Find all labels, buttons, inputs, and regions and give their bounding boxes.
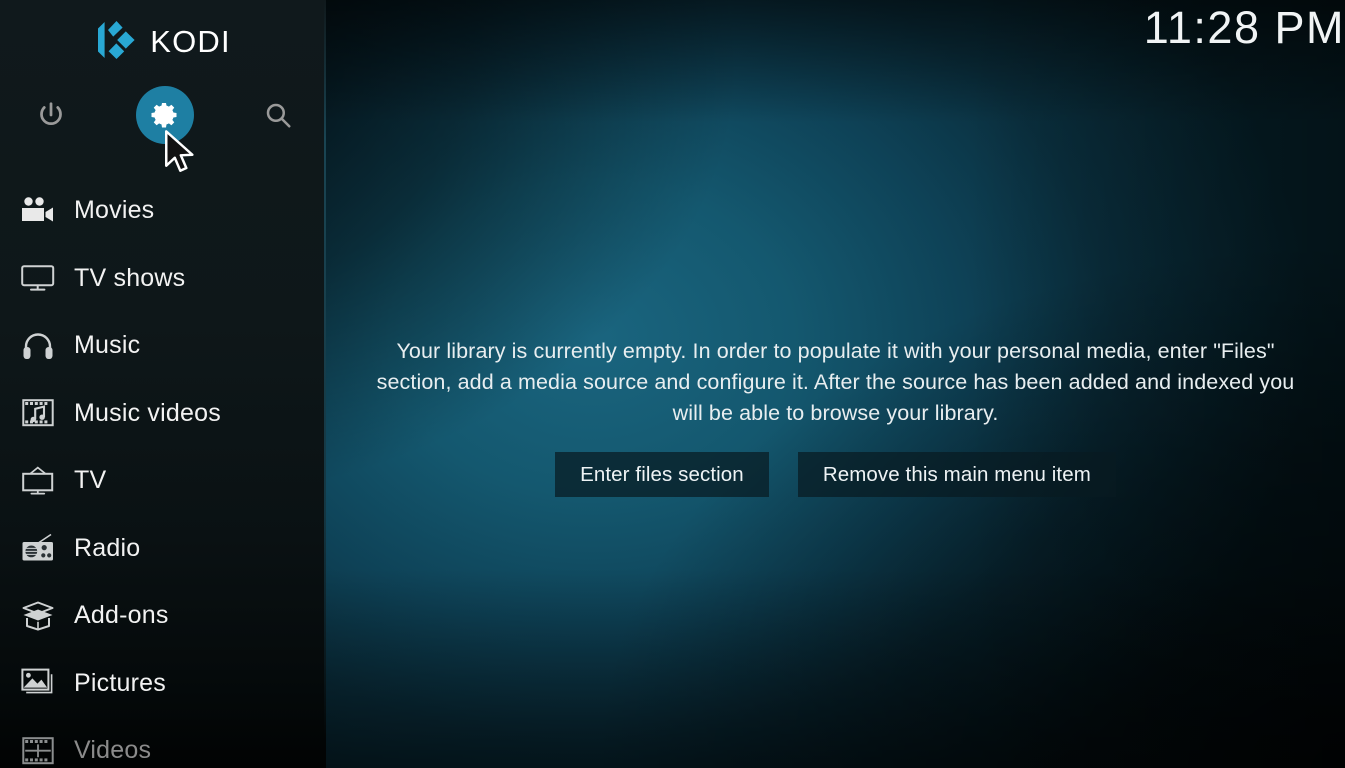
sidebar-item-label: Radio — [74, 534, 140, 563]
addon-box-icon — [14, 596, 62, 636]
sidebar-item-label: Videos — [74, 736, 151, 765]
pictures-icon — [14, 663, 62, 703]
empty-library-actions: Enter files section Remove this main men… — [326, 452, 1345, 497]
sidebar-menu: Movies TV shows — [0, 177, 326, 768]
sidebar-item-label: Add-ons — [74, 601, 169, 630]
retro-tv-icon — [14, 461, 62, 501]
sidebar-item-music-videos[interactable]: Music videos — [0, 380, 326, 448]
search-icon — [263, 100, 293, 130]
remove-main-menu-item-button[interactable]: Remove this main menu item — [798, 452, 1116, 497]
film-note-icon — [14, 393, 62, 433]
movie-camera-icon — [14, 191, 62, 231]
sidebar-item-label: Music — [74, 331, 140, 360]
sidebar-item-pictures[interactable]: Pictures — [0, 650, 326, 718]
sidebar-item-label: Pictures — [74, 669, 166, 698]
app-logo: KODI — [0, 18, 326, 62]
sidebar-item-videos[interactable]: Videos — [0, 717, 326, 768]
sidebar-item-tv-shows[interactable]: TV shows — [0, 245, 326, 313]
headphones-icon — [14, 326, 62, 366]
sidebar-item-add-ons[interactable]: Add-ons — [0, 582, 326, 650]
empty-library-block: Your library is currently empty. In orde… — [326, 336, 1345, 497]
radio-icon — [14, 528, 62, 568]
sidebar-top-actions — [0, 88, 326, 142]
power-icon — [36, 100, 66, 130]
kodi-home-screen: 11:28 PM Your library is currently empty… — [0, 0, 1345, 768]
search-button[interactable] — [251, 88, 305, 142]
app-logo-text: KODI — [150, 26, 231, 57]
enter-files-section-button[interactable]: Enter files section — [555, 452, 769, 497]
empty-library-message: Your library is currently empty. In orde… — [363, 336, 1308, 429]
sidebar-item-tv[interactable]: TV — [0, 447, 326, 515]
sidebar-item-label: Music videos — [74, 399, 221, 428]
sidebar-item-movies[interactable]: Movies — [0, 177, 326, 245]
power-button[interactable] — [24, 88, 78, 142]
sidebar-item-music[interactable]: Music — [0, 312, 326, 380]
sidebar-item-label: Movies — [74, 196, 154, 225]
film-strip-icon — [14, 731, 62, 768]
sidebar-item-radio[interactable]: Radio — [0, 515, 326, 583]
sidebar-item-label: TV shows — [74, 264, 185, 293]
tv-monitor-icon — [14, 258, 62, 298]
clock: 11:28 PM — [1144, 4, 1345, 51]
settings-button[interactable] — [138, 88, 192, 142]
kodi-logo-icon — [95, 18, 137, 62]
sidebar: KODI — [0, 0, 326, 768]
main-content-panel: 11:28 PM Your library is currently empty… — [326, 0, 1345, 768]
sidebar-item-label: TV — [74, 466, 106, 495]
gear-icon — [150, 100, 180, 130]
